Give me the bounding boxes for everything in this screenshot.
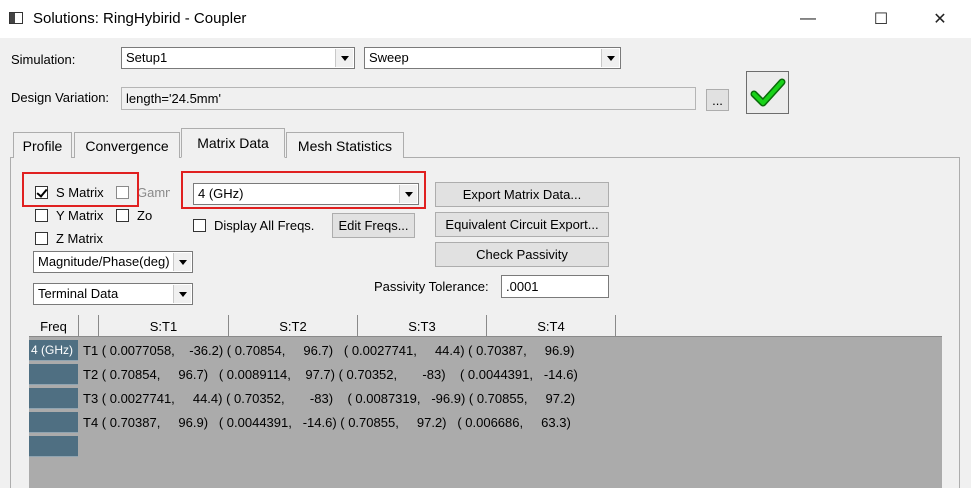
table-header: Freq S:T1 S:T2 S:T3 S:T4 [29, 315, 942, 337]
table-row[interactable]: T2 ( 0.70854, 96.7) ( 0.0089114, 97.7) (… [83, 364, 578, 385]
setup-select-value: Setup1 [126, 50, 168, 65]
table-row[interactable]: T3 ( 0.0027741, 44.4) ( 0.70352, -83) ( … [83, 388, 575, 409]
tab-convergence[interactable]: Convergence [74, 132, 180, 158]
s-matrix-highlight [22, 172, 139, 207]
minimize-button[interactable]: — [785, 0, 831, 38]
passivity-tolerance-input[interactable]: .0001 [501, 275, 609, 298]
green-checkmark-icon [750, 78, 786, 107]
window-title: Solutions: RingHybirid - Coupler [33, 10, 247, 27]
freq-cell[interactable]: 4 (GHz) [29, 340, 78, 361]
y-matrix-checkbox[interactable] [35, 209, 48, 222]
freq-cell-empty[interactable] [29, 364, 78, 385]
data-type-select[interactable]: Terminal Data [33, 283, 193, 305]
apply-button[interactable] [746, 71, 789, 114]
sweep-select[interactable]: Sweep [364, 47, 621, 69]
tab-matrix-data[interactable]: Matrix Data [181, 128, 285, 158]
design-variation-label: Design Variation: [11, 90, 110, 105]
maximize-button[interactable]: ☐ [858, 0, 904, 38]
chevron-down-icon [173, 253, 191, 271]
column-header-s-t3[interactable]: S:T3 [358, 315, 487, 337]
design-variation-field[interactable]: length='24.5mm' [121, 87, 696, 110]
freq-cell-empty[interactable] [29, 436, 78, 457]
y-matrix-label: Y Matrix [56, 208, 104, 223]
passivity-tolerance-value: .0001 [506, 279, 539, 294]
column-header-terminal[interactable] [79, 315, 99, 337]
frequency-highlight [181, 171, 426, 209]
app-icon [9, 12, 23, 24]
display-all-freqs-label: Display All Freqs. [214, 218, 315, 233]
simulation-label: Simulation: [11, 52, 76, 67]
equivalent-circuit-export-button[interactable]: Equivalent Circuit Export... [435, 212, 609, 237]
z-matrix-checkbox[interactable] [35, 232, 48, 245]
browse-variation-button[interactable]: ... [706, 89, 729, 111]
column-header-freq[interactable]: Freq [29, 315, 79, 337]
close-button[interactable]: ✕ [917, 0, 963, 38]
design-variation-value: length='24.5mm' [126, 91, 221, 106]
tab-profile[interactable]: Profile [13, 132, 72, 158]
format-select-value: Magnitude/Phase(deg) [38, 254, 170, 269]
freq-cell-empty[interactable] [29, 388, 78, 409]
zo-checkbox[interactable] [116, 209, 129, 222]
gamma-label: Gamma [137, 185, 170, 200]
setup-select[interactable]: Setup1 [121, 47, 355, 69]
chevron-down-icon [601, 49, 619, 67]
format-select[interactable]: Magnitude/Phase(deg) [33, 251, 193, 273]
column-header-s-t2[interactable]: S:T2 [229, 315, 358, 337]
sweep-select-value: Sweep [369, 50, 409, 65]
chevron-down-icon [335, 49, 353, 67]
table-row[interactable]: T4 ( 0.70387, 96.9) ( 0.0044391, -14.6) … [83, 412, 571, 433]
title-bar: Solutions: RingHybirid - Coupler — ☐ ✕ [0, 0, 971, 38]
matrix-data-table: Freq S:T1 S:T2 S:T3 S:T4 4 (GHz) T1 ( 0.… [29, 315, 942, 488]
check-passivity-button[interactable]: Check Passivity [435, 242, 609, 267]
column-header-s-t1[interactable]: S:T1 [99, 315, 229, 337]
table-row[interactable]: T1 ( 0.0077058, -36.2) ( 0.70854, 96.7) … [83, 340, 574, 361]
column-header-s-t4[interactable]: S:T4 [487, 315, 616, 337]
edit-freqs-button[interactable]: Edit Freqs... [332, 213, 415, 238]
data-type-select-value: Terminal Data [38, 286, 119, 301]
display-all-freqs-checkbox[interactable] [193, 219, 206, 232]
passivity-tolerance-label: Passivity Tolerance: [374, 279, 489, 294]
export-matrix-data-button[interactable]: Export Matrix Data... [435, 182, 609, 207]
tab-mesh-statistics[interactable]: Mesh Statistics [286, 132, 404, 158]
freq-cell-empty[interactable] [29, 412, 78, 433]
z-matrix-label: Z Matrix [56, 231, 103, 246]
chevron-down-icon [173, 285, 191, 303]
zo-label: Zo [137, 208, 153, 223]
